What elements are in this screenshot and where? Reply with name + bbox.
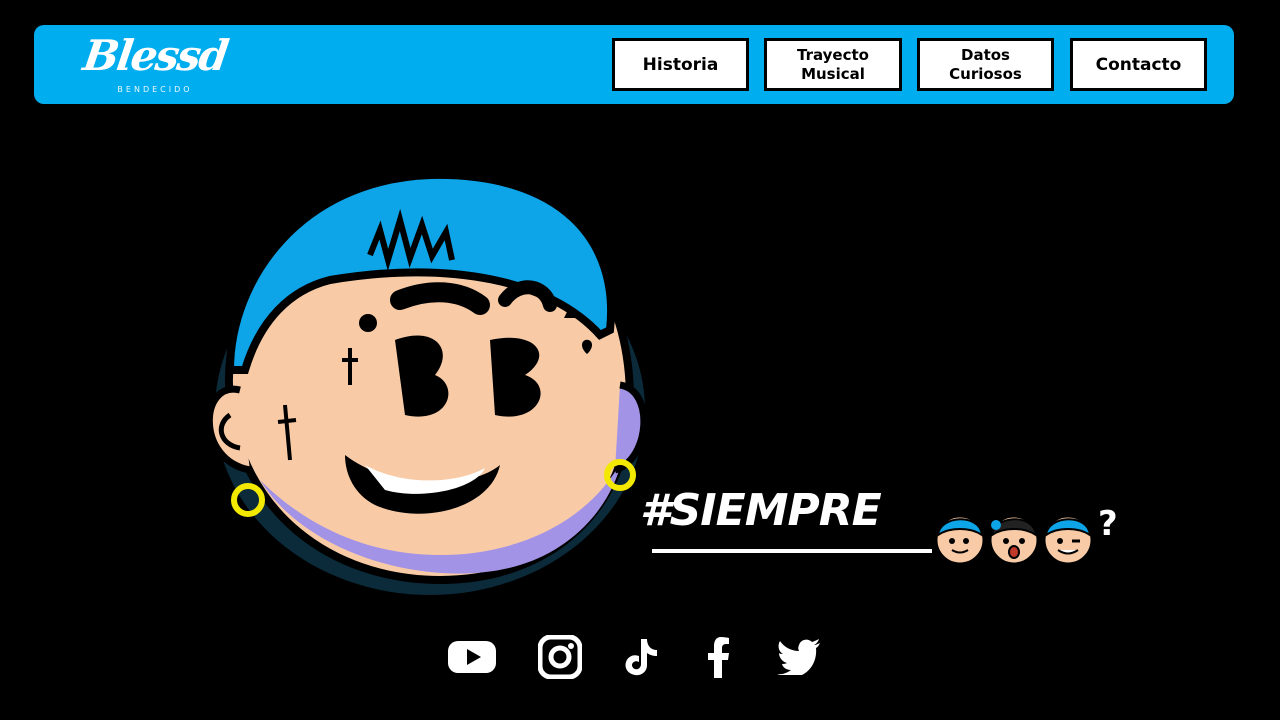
siempre-hashtag: #SIEMPRE bbox=[640, 485, 940, 565]
mini-face-surprised-icon bbox=[988, 514, 1040, 566]
mini-faces-group: ? bbox=[930, 495, 1125, 570]
youtube-icon[interactable] bbox=[443, 628, 501, 686]
logo-wordmark: Blessd bbox=[80, 31, 230, 80]
nav-datos-curiosos-button[interactable]: Datos Curiosos bbox=[917, 38, 1054, 91]
twitter-icon[interactable] bbox=[770, 628, 828, 686]
tiktok-icon[interactable] bbox=[612, 628, 670, 686]
social-links bbox=[440, 628, 840, 688]
logo-subtitle: BENDECIDO bbox=[117, 85, 193, 94]
hashtag-underline bbox=[652, 549, 932, 553]
nav-contacto-button[interactable]: Contacto bbox=[1070, 38, 1207, 91]
question-mark: ? bbox=[1098, 504, 1118, 544]
instagram-icon[interactable] bbox=[531, 628, 589, 686]
nav-historia-button[interactable]: Historia bbox=[612, 38, 749, 91]
top-navbar: Blessd BENDECIDO Historia Trayecto Music… bbox=[34, 25, 1234, 104]
facebook-icon[interactable] bbox=[690, 628, 748, 686]
mascot-face-illustration bbox=[190, 160, 660, 595]
nav-trayecto-musical-button[interactable]: Trayecto Musical bbox=[764, 38, 902, 91]
hashtag-text: #SIEMPRE bbox=[640, 485, 882, 536]
mini-face-smile-icon bbox=[934, 514, 986, 566]
blessd-logo[interactable]: Blessd BENDECIDO bbox=[80, 31, 230, 97]
mini-face-wink-icon bbox=[1042, 514, 1094, 566]
